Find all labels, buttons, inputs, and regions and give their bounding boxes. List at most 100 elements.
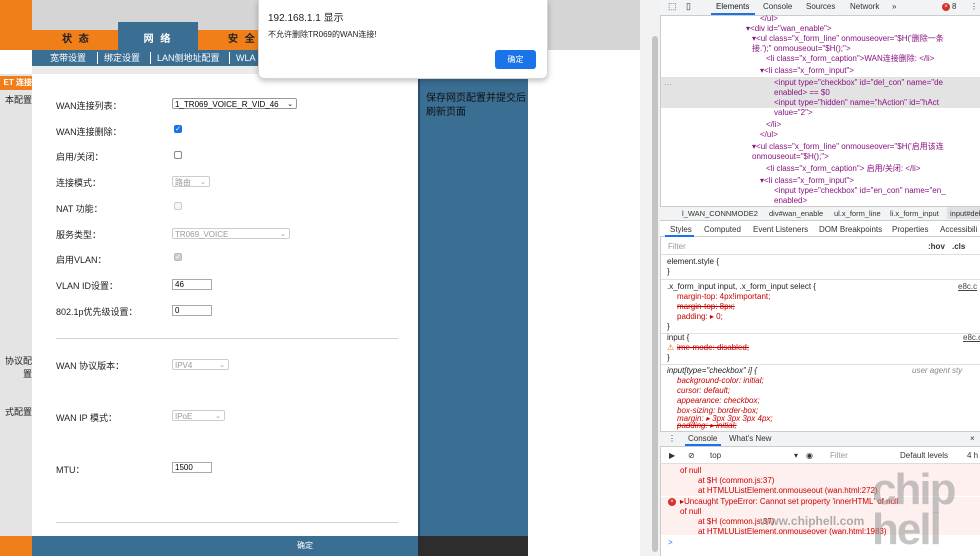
- style-rule-selector[interactable]: input[type="checkbox" i] {: [667, 366, 757, 376]
- subnav-binding[interactable]: 绑定设置: [104, 52, 140, 64]
- tab-sources[interactable]: Sources: [806, 2, 835, 11]
- tab-network-devtools[interactable]: Network: [850, 2, 879, 11]
- subtab-styles[interactable]: Styles: [670, 225, 692, 234]
- style-property-invalid[interactable]: ime-mode: disabled;: [677, 343, 749, 353]
- style-property-overridden[interactable]: margin-top: 8px;: [677, 302, 735, 312]
- service-type-select[interactable]: TR069_VOICE ⌄: [172, 228, 290, 239]
- subnav-wlan[interactable]: WLA: [236, 52, 256, 64]
- nat-checkbox[interactable]: [174, 202, 182, 210]
- subnav-broadband[interactable]: 宽带设置: [50, 52, 86, 64]
- code-line[interactable]: onmouseout="$H();">: [752, 152, 829, 162]
- cls-toggle[interactable]: .cls: [952, 242, 965, 251]
- drawer-tab-console[interactable]: Console: [688, 434, 717, 443]
- context-select[interactable]: top: [710, 451, 721, 460]
- subtab-properties[interactable]: Properties: [892, 225, 928, 234]
- tab-elements[interactable]: Elements: [716, 2, 749, 11]
- sidebar-item-mode-config[interactable]: 式配置: [0, 405, 32, 418]
- code-line[interactable]: </li>: [766, 120, 781, 130]
- wan-ip-mode-select[interactable]: IPoE ⌄: [172, 410, 225, 421]
- scrollbar-thumb[interactable]: [652, 36, 658, 552]
- subnav-lan[interactable]: LAN侧地址配置: [157, 52, 220, 64]
- wan-delete-checkbox[interactable]: ✓: [174, 125, 182, 133]
- drawer-tab-whats-new[interactable]: What's New: [729, 434, 771, 443]
- chevron-down-icon[interactable]: ▾: [794, 451, 798, 460]
- issues-count[interactable]: 4 h: [967, 451, 978, 460]
- tab-console[interactable]: Console: [763, 2, 792, 11]
- console-prompt[interactable]: >: [668, 538, 673, 548]
- wan-proto-select[interactable]: IPV4 ⌄: [172, 359, 229, 370]
- sidebar-toggle-icon[interactable]: ▶: [669, 451, 675, 460]
- style-property[interactable]: padding: ▸ 0;: [677, 312, 723, 322]
- subtab-dom-breakpoints[interactable]: DOM Breakpoints: [819, 225, 882, 234]
- mtu-input[interactable]: 1500: [172, 462, 212, 473]
- tab-status[interactable]: 状 态: [62, 30, 91, 50]
- error-count[interactable]: 8: [952, 2, 956, 11]
- subtab-accessibility[interactable]: Accessibili: [940, 225, 977, 234]
- code-line[interactable]: <li class="x_form_caption"> 启用/关闭: </li>: [766, 164, 920, 174]
- conn-mode-select[interactable]: 路由 ⌄: [172, 176, 210, 187]
- code-line[interactable]: <li class="x_form_caption">WAN连接删除: </li…: [766, 54, 934, 64]
- confirm-button[interactable]: 确定: [290, 540, 320, 552]
- style-property-overridden[interactable]: padding: ▸ initial;: [677, 421, 737, 431]
- hov-toggle[interactable]: :hov: [928, 242, 945, 251]
- style-property[interactable]: cursor: default;: [677, 386, 730, 396]
- more-options-icon[interactable]: ⋮: [970, 2, 978, 11]
- code-line[interactable]: value="2">: [774, 108, 813, 118]
- code-line[interactable]: ▾<li class="x_form_input">: [760, 66, 854, 76]
- style-property[interactable]: appearance: checkbox;: [677, 396, 760, 406]
- eye-icon[interactable]: ◉: [806, 451, 813, 460]
- close-icon[interactable]: ×: [970, 434, 975, 443]
- alert-ok-button[interactable]: 确定: [495, 50, 536, 69]
- tab-security[interactable]: 安 全: [228, 30, 257, 50]
- log-levels-select[interactable]: Default levels: [900, 451, 948, 460]
- code-line[interactable]: enabled>: [774, 196, 807, 206]
- breadcrumb-item[interactable]: l_WAN_CONNMODE2: [682, 209, 758, 218]
- console-line[interactable]: at HTMLUListElement.onmouseover (wan.htm…: [698, 527, 887, 537]
- code-line-selected[interactable]: <input type="checkbox" id="del_con" name…: [774, 78, 943, 88]
- sidebar-item-wan-connection[interactable]: ET 连接: [0, 76, 32, 90]
- enable-checkbox[interactable]: [174, 151, 182, 159]
- style-rule-selector[interactable]: input {: [667, 333, 689, 343]
- code-line[interactable]: ▾<div id="wan_enable">: [746, 24, 832, 34]
- breadcrumb-item[interactable]: div#wan_enable: [769, 209, 823, 218]
- sidebar-item-basic-config[interactable]: 本配置: [0, 93, 32, 106]
- style-source-link[interactable]: e8c.c: [963, 333, 980, 343]
- sidebar-item-protocol-config[interactable]: 协议配置: [0, 354, 32, 380]
- wan-list-select[interactable]: 1_TR069_VOICE_R_VID_46 ⌄: [172, 98, 297, 109]
- subtab-event-listeners[interactable]: Event Listeners: [753, 225, 808, 234]
- code-line[interactable]: </ul>: [760, 130, 778, 140]
- code-line[interactable]: 接.');" onmouseout="$H();">: [752, 44, 851, 54]
- style-source-link[interactable]: e8c.c: [958, 282, 977, 292]
- clear-console-icon[interactable]: ⊘: [688, 451, 695, 460]
- subtab-computed[interactable]: Computed: [704, 225, 741, 234]
- code-line-selected[interactable]: enabled> == $0: [774, 88, 830, 98]
- node-ellipsis[interactable]: ···: [664, 80, 672, 90]
- code-line[interactable]: <input type="checkbox" id="en_con" name=…: [774, 186, 946, 196]
- console-line[interactable]: at $H (common.js:37): [698, 476, 774, 486]
- style-property[interactable]: background-color: initial;: [677, 376, 764, 386]
- priority-input[interactable]: 0: [172, 305, 212, 316]
- console-line[interactable]: at HTMLUListElement.onmouseout (wan.html…: [698, 486, 878, 496]
- vlan-id-input[interactable]: 46: [172, 279, 212, 290]
- tab-network[interactable]: 网 络: [118, 22, 198, 50]
- code-line[interactable]: ▾<ul class="x_form_line" onmouseover="$H…: [752, 142, 944, 152]
- breadcrumb-item[interactable]: li.x_form_input: [890, 209, 939, 218]
- vlan-enable-checkbox[interactable]: ✓: [174, 253, 182, 261]
- more-tabs-icon[interactable]: »: [892, 2, 896, 11]
- device-toggle-icon[interactable]: ▯: [686, 1, 691, 12]
- style-property[interactable]: margin-top: 4px!important;: [677, 292, 770, 302]
- style-rule-selector[interactable]: element.style {: [667, 257, 719, 267]
- code-line[interactable]: ▾<ul class="x_form_line" onmouseover="$H…: [752, 34, 944, 44]
- code-line[interactable]: </ul>: [760, 14, 778, 24]
- style-rule-selector[interactable]: .x_form_input input, .x_form_input selec…: [667, 282, 816, 292]
- breadcrumb-item[interactable]: ul.x_form_line: [834, 209, 881, 218]
- inspect-icon[interactable]: ⬚: [668, 1, 677, 12]
- console-error-message[interactable]: ▸Uncaught TypeError: Cannot set property…: [680, 497, 899, 507]
- styles-filter-input[interactable]: Filter: [668, 242, 686, 251]
- console-filter-input[interactable]: Filter: [830, 451, 848, 460]
- drawer-menu-icon[interactable]: ⋮: [668, 434, 676, 443]
- wan-proto-value: IPV4: [175, 361, 193, 370]
- code-line[interactable]: <input type="hidden" name="hAction" id="…: [774, 98, 939, 108]
- breadcrumb-item-active[interactable]: input#del: [950, 209, 980, 218]
- code-line[interactable]: ▾<li class="x_form_input">: [760, 176, 854, 186]
